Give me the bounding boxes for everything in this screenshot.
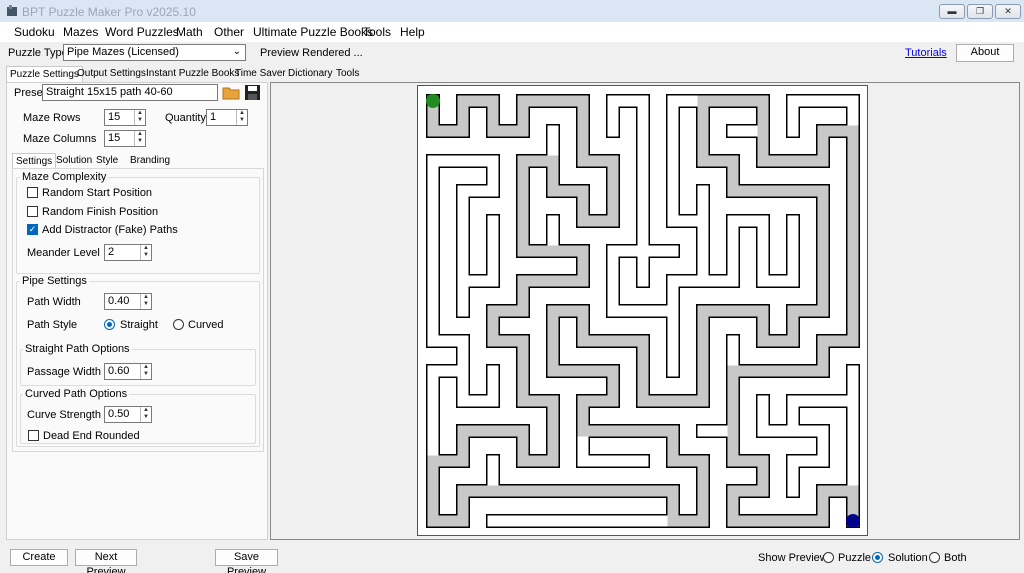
save-preview-button[interactable]: Save Preview xyxy=(215,549,278,573)
straight-label: Straight xyxy=(120,319,158,331)
meander-level-label: Meander Level xyxy=(27,247,100,259)
about-button[interactable]: About xyxy=(956,44,1014,62)
spinner-arrows-icon[interactable]: ▲ ▼ xyxy=(140,364,151,379)
puzzle-radio[interactable] xyxy=(823,552,834,563)
save-disk-icon[interactable] xyxy=(244,84,261,101)
maze-rows-value: 15 xyxy=(108,111,121,123)
path-width-input[interactable]: 0.40 ▲ ▼ xyxy=(104,293,152,310)
finish-marker xyxy=(846,514,860,528)
curved-label: Curved xyxy=(188,319,224,331)
curve-strength-value: 0.50 xyxy=(108,408,130,420)
show-preview-label: Show Preview: xyxy=(758,552,831,564)
minimize-icon[interactable]: ▬ xyxy=(939,4,965,19)
tutorials-link[interactable]: Tutorials xyxy=(905,47,947,59)
quantity-input[interactable]: 1 ▲ ▼ xyxy=(206,109,248,126)
folder-open-icon[interactable] xyxy=(222,84,240,101)
restore-icon[interactable]: ❐ xyxy=(967,4,993,19)
puzzle-radio-label: Puzzle xyxy=(838,552,872,564)
puzzle-type-select[interactable]: Pipe Mazes (Licensed) ⌄ xyxy=(63,44,246,61)
maze-columns-label: Maze Columns xyxy=(23,133,97,145)
close-icon[interactable]: ✕ xyxy=(995,4,1021,19)
passage-width-label: Passage Width xyxy=(27,366,101,378)
quantity-value: 1 xyxy=(210,111,217,123)
subtab-settings[interactable]: Settings xyxy=(12,153,57,169)
dead-end-rounded-label: Dead End Rounded xyxy=(43,430,140,442)
next-preview-button[interactable]: Next Preview xyxy=(75,549,137,573)
pipe-settings-title: Pipe Settings xyxy=(20,275,89,287)
app-icon xyxy=(6,5,18,17)
menu-help[interactable]: Help xyxy=(400,25,425,39)
maze-complexity-title: Maze Complexity xyxy=(20,171,109,183)
subtab-branding[interactable]: Branding xyxy=(127,153,173,169)
passage-width-input[interactable]: 0.60 ▲ ▼ xyxy=(104,363,152,380)
dead-end-rounded-checkbox[interactable] xyxy=(28,430,39,441)
checkmark-icon: ✓ xyxy=(28,224,37,234)
preset-input[interactable]: Straight 15x15 path 40-60 xyxy=(42,84,218,101)
start-marker xyxy=(426,94,440,108)
pipe-maze-image xyxy=(426,94,860,528)
both-radio-label: Both xyxy=(944,552,967,564)
random-finish-checkbox[interactable] xyxy=(27,206,38,217)
path-width-value: 0.40 xyxy=(108,295,130,307)
menu-other[interactable]: Other xyxy=(214,25,244,39)
solution-radio-label: Solution xyxy=(888,552,928,564)
menu-sudoku[interactable]: Sudoku xyxy=(14,25,55,39)
curved-radio[interactable] xyxy=(173,319,184,330)
menu-math[interactable]: Math xyxy=(176,25,203,39)
spinner-arrows-icon[interactable]: ▲ ▼ xyxy=(140,407,151,422)
puzzle-type-label: Puzzle Type xyxy=(8,47,68,59)
menu-word-puzzles[interactable]: Word Puzzles xyxy=(105,25,179,39)
meander-level-value: 2 xyxy=(108,246,115,258)
subtab-style[interactable]: Style xyxy=(93,153,121,169)
path-style-label: Path Style xyxy=(27,319,78,331)
both-radio[interactable] xyxy=(929,552,940,563)
spinner-arrows-icon[interactable]: ▲ ▼ xyxy=(236,110,247,125)
spinner-arrows-icon[interactable]: ▲ ▼ xyxy=(134,131,145,146)
puzzle-type-value: Pipe Mazes (Licensed) xyxy=(67,46,179,58)
maze-rows-input[interactable]: 15 ▲ ▼ xyxy=(104,109,146,126)
maze-rows-label: Maze Rows xyxy=(23,112,81,124)
curve-strength-label: Curve Strength xyxy=(27,409,101,421)
tab-instant-puzzle-books[interactable]: Instant Puzzle Books xyxy=(143,66,242,82)
maze-columns-input[interactable]: 15 ▲ ▼ xyxy=(104,130,146,147)
spinner-arrows-icon[interactable]: ▲ ▼ xyxy=(134,110,145,125)
chevron-down-icon: ⌄ xyxy=(232,46,241,57)
window-title: BPT Puzzle Maker Pro v2025.10 xyxy=(22,5,196,19)
random-finish-label: Random Finish Position xyxy=(42,206,159,218)
tab-puzzle-settings[interactable]: Puzzle Settings xyxy=(6,66,83,82)
path-width-label: Path Width xyxy=(27,296,81,308)
tab-output-settings[interactable]: Output Settings xyxy=(74,66,149,82)
passage-width-value: 0.60 xyxy=(108,365,130,377)
tab-dictionary[interactable]: Dictionary xyxy=(285,66,335,82)
create-button[interactable]: Create xyxy=(10,549,68,566)
random-start-label: Random Start Position xyxy=(42,187,153,199)
spinner-arrows-icon[interactable]: ▲ ▼ xyxy=(140,245,151,260)
menu-ultimate-puzzle-books[interactable]: Ultimate Puzzle Books xyxy=(253,25,373,39)
solution-radio[interactable] xyxy=(872,552,883,563)
spinner-arrows-icon[interactable]: ▲ ▼ xyxy=(140,294,151,309)
preview-status: Preview Rendered ... xyxy=(260,47,363,59)
curved-path-options-title: Curved Path Options xyxy=(23,388,130,400)
distractor-checkbox[interactable]: ✓ xyxy=(27,224,38,235)
meander-level-input[interactable]: 2 ▲ ▼ xyxy=(104,244,152,261)
menu-mazes[interactable]: Mazes xyxy=(63,25,98,39)
maze-columns-value: 15 xyxy=(108,132,121,144)
straight-path-options-title: Straight Path Options xyxy=(23,343,132,355)
tab-tools[interactable]: Tools xyxy=(333,66,362,82)
subtab-solution[interactable]: Solution xyxy=(53,153,95,169)
straight-radio[interactable] xyxy=(104,319,115,330)
distractor-label: Add Distractor (Fake) Paths xyxy=(42,224,178,236)
tab-time-saver[interactable]: Time Saver xyxy=(232,66,289,82)
curve-strength-input[interactable]: 0.50 ▲ ▼ xyxy=(104,406,152,423)
random-start-checkbox[interactable] xyxy=(27,187,38,198)
menu-tools[interactable]: Tools xyxy=(363,25,391,39)
quantity-label: Quantity xyxy=(165,112,206,124)
maze-canvas xyxy=(417,85,868,536)
